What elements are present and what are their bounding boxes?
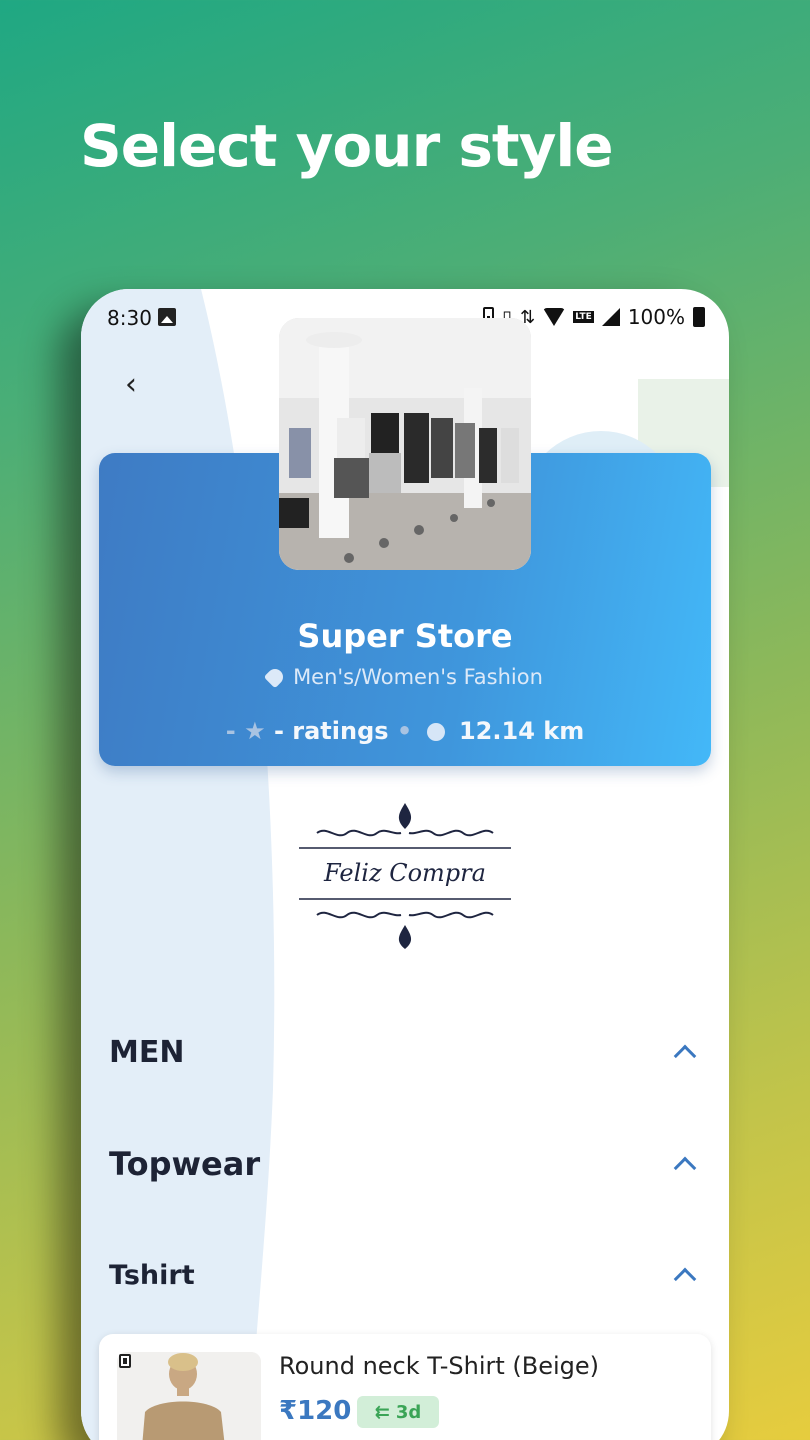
section-men[interactable]: MEN	[109, 1027, 699, 1077]
return-days: 3d	[395, 1401, 422, 1423]
product-image	[117, 1352, 261, 1440]
battery-icon	[693, 307, 705, 327]
product-name: Round neck T-Shirt (Beige)	[279, 1352, 600, 1380]
meta-separator: •	[396, 717, 413, 745]
store-meta: - ★ - ratings • 12.14 km	[81, 717, 729, 745]
section-topwear-label: Topwear	[109, 1145, 261, 1183]
product-card[interactable]: Round neck T-Shirt (Beige) ₹120 ⇇ 3d	[99, 1334, 711, 1440]
tag-icon	[263, 665, 287, 689]
store-name: Super Store	[297, 617, 513, 655]
return-arrow-icon: ⇇	[374, 1401, 390, 1423]
ratings-count: - ratings	[273, 717, 389, 745]
store-category: Men's/Women's Fashion	[81, 665, 729, 689]
back-button[interactable]: ‹	[113, 367, 149, 403]
store-category-label: Men's/Women's Fashion	[293, 665, 543, 689]
section-topwear[interactable]: Topwear	[109, 1139, 699, 1189]
gallery-notification-icon	[158, 308, 176, 326]
signal-icon	[601, 308, 620, 326]
section-tshirt-label: Tshirt	[109, 1259, 195, 1291]
star-icon: ★	[244, 717, 266, 745]
status-time: 8:30	[107, 306, 152, 330]
lte-icon: LTE	[573, 311, 594, 323]
chevron-up-icon[interactable]	[669, 1037, 699, 1067]
promo-title: Select your style	[80, 112, 614, 180]
veg-indicator-icon	[119, 1354, 131, 1368]
location-pin-icon	[426, 723, 445, 741]
store-logo: Feliz Compra	[297, 799, 513, 949]
section-tshirt[interactable]: Tshirt	[109, 1250, 699, 1300]
store-image	[279, 318, 531, 570]
store-interior-photo	[279, 318, 531, 570]
phone-frame: 8:30 ▯ ⇅ LTE 100% ‹ Super Store Men's/Wo…	[81, 289, 729, 1440]
logo-text: Feliz Compra	[323, 859, 486, 887]
chevron-up-icon[interactable]	[669, 1149, 699, 1179]
return-policy-badge: ⇇ 3d	[357, 1396, 439, 1428]
product-photo	[117, 1352, 261, 1440]
wifi-icon	[543, 308, 566, 326]
store-logo-graphic: Feliz Compra	[299, 803, 511, 949]
chevron-left-icon: ‹	[125, 367, 137, 402]
battery-percent: 100%	[627, 305, 685, 329]
section-men-label: MEN	[109, 1034, 185, 1070]
chevron-up-icon[interactable]	[669, 1260, 699, 1290]
product-price: ₹120	[279, 1396, 352, 1426]
store-distance: 12.14 km	[458, 717, 585, 745]
rating-value: -	[225, 717, 236, 745]
